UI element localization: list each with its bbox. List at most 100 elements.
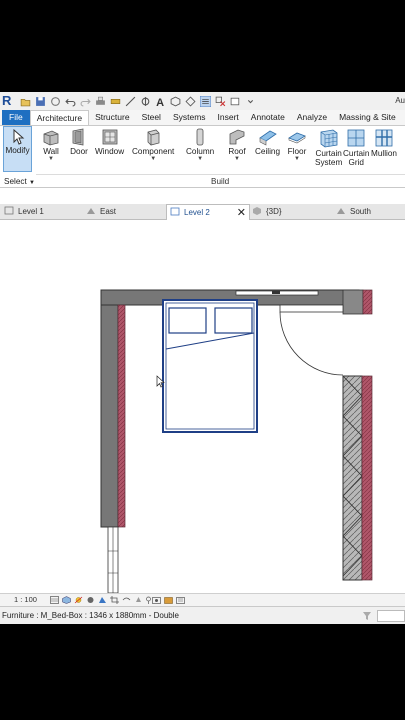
- tab-architecture[interactable]: Architecture: [29, 110, 90, 125]
- view-tab-south-label: South: [350, 207, 371, 216]
- tab-massing-site[interactable]: Massing & Site: [333, 110, 402, 125]
- elevation-icon: [337, 208, 345, 214]
- tab-steel[interactable]: Steel: [136, 110, 167, 125]
- detail-level-icon[interactable]: [50, 596, 59, 604]
- curtain-grid-label-1: Curtain: [343, 149, 370, 158]
- door-button[interactable]: Door: [70, 126, 88, 156]
- save-icon[interactable]: [35, 96, 46, 107]
- section-icon[interactable]: [185, 95, 196, 107]
- close-hidden-icon[interactable]: [215, 96, 226, 107]
- sync-icon[interactable]: [50, 96, 61, 107]
- tab-file[interactable]: File: [2, 110, 30, 125]
- wall-dropdown-icon[interactable]: ▼: [42, 156, 60, 162]
- show-rendering-icon[interactable]: [98, 596, 107, 604]
- ribbon-tab-bar: File Architecture Structure Steel Systems Ins…: [0, 110, 405, 126]
- visual-style-icon[interactable]: [62, 596, 71, 604]
- view-tab-level-1[interactable]: Level 1: [4, 204, 80, 220]
- view-tab-east[interactable]: East: [86, 204, 164, 220]
- tab-insert[interactable]: Insert: [212, 110, 245, 125]
- wall-right[interactable]: [342, 375, 373, 581]
- view-tab-level-1-label: Level 1: [18, 207, 44, 216]
- curtain-grid-button[interactable]: Curtain Grid: [343, 126, 369, 167]
- view-tab-south[interactable]: South: [336, 204, 405, 220]
- ceiling-icon: [258, 130, 277, 146]
- tab-structure[interactable]: Structure: [89, 110, 136, 125]
- component-button[interactable]: Component ▼: [132, 126, 174, 162]
- undo-icon[interactable]: [65, 96, 76, 107]
- door-swing[interactable]: [279, 304, 344, 376]
- view-tab-3d[interactable]: {3D}: [252, 204, 332, 220]
- shadows-icon[interactable]: [86, 596, 95, 604]
- analytical-model-icon[interactable]: [176, 596, 185, 604]
- window-label: Window: [95, 147, 125, 156]
- select-panel-button[interactable]: Select ▼: [4, 177, 35, 186]
- floor-dropdown-icon[interactable]: ▼: [287, 156, 307, 162]
- mullion-icon: [375, 129, 393, 147]
- elevation-icon: [87, 208, 95, 214]
- component-label: Component: [132, 147, 175, 156]
- roof-icon: [229, 129, 245, 145]
- switch-windows-icon[interactable]: [230, 96, 241, 107]
- print-icon[interactable]: [95, 96, 106, 107]
- view-tab-bar: Level 1 East Level 2 ✕ {3D} South: [0, 204, 405, 220]
- floor-button[interactable]: Floor ▼: [287, 126, 307, 162]
- measure-icon[interactable]: [110, 96, 121, 107]
- open-icon[interactable]: [20, 96, 31, 107]
- text-icon[interactable]: A: [155, 96, 166, 107]
- redo-icon[interactable]: [80, 96, 91, 107]
- drawing-area[interactable]: [0, 221, 405, 594]
- roof-label: Roof: [228, 147, 246, 156]
- view-tab-level-2[interactable]: Level 2 ✕: [166, 204, 250, 220]
- wall-left[interactable]: [100, 304, 126, 528]
- mullion-button[interactable]: Mullion: [371, 126, 397, 158]
- select-dropdown-icon: ▼: [29, 180, 35, 186]
- curtain-system-label-2: System: [315, 158, 343, 167]
- dimension-icon[interactable]: [125, 96, 136, 107]
- column-dropdown-icon[interactable]: ▼: [186, 156, 214, 162]
- crop-region-icon[interactable]: [122, 596, 131, 604]
- select-panel-label: Select: [4, 177, 27, 186]
- bed-selected[interactable]: [162, 299, 258, 433]
- floor-plan-icon: [4, 206, 14, 215]
- view-tab-east-label: East: [100, 207, 117, 216]
- filter-icon[interactable]: [362, 611, 372, 621]
- close-tab-icon[interactable]: ✕: [237, 205, 246, 221]
- customize-qat-icon[interactable]: [245, 96, 256, 107]
- 3d-view-icon[interactable]: [170, 96, 181, 107]
- temporary-view-properties-icon[interactable]: [164, 596, 173, 604]
- floor-plan-drawing[interactable]: [0, 221, 405, 594]
- crop-view-icon[interactable]: [110, 596, 119, 604]
- modify-button[interactable]: Modify: [3, 126, 32, 172]
- curtain-system-icon: [320, 129, 338, 148]
- component-icon: [147, 129, 160, 146]
- column-button[interactable]: Column ▼: [186, 126, 214, 162]
- curtain-grid-label-2: Grid: [348, 158, 364, 167]
- component-dropdown-icon[interactable]: ▼: [132, 156, 174, 162]
- status-text: Furniture : M_Bed-Box : 1346 x 1880mm - …: [2, 611, 179, 620]
- tag-icon[interactable]: [140, 96, 151, 107]
- status-bar: Furniture : M_Bed-Box : 1346 x 1880mm - …: [0, 606, 405, 624]
- sun-path-icon[interactable]: [74, 596, 83, 604]
- revit-logo-icon[interactable]: R: [2, 94, 16, 108]
- window-button[interactable]: Window: [95, 126, 124, 156]
- wall-button[interactable]: Wall ▼: [42, 126, 60, 162]
- view-tab-level-2-label: Level 2: [184, 208, 210, 217]
- ceiling-label: Ceiling: [255, 147, 281, 156]
- tab-annotate[interactable]: Annotate: [245, 110, 291, 125]
- roof-button[interactable]: Roof ▼: [228, 126, 246, 162]
- wall-label: Wall: [43, 147, 59, 156]
- selection-count-field[interactable]: [377, 610, 405, 622]
- cursor-arrow-icon: [13, 129, 24, 145]
- unlocked-3d-icon[interactable]: [134, 596, 143, 604]
- 3d-view-icon: [253, 207, 261, 215]
- thin-lines-icon[interactable]: [200, 95, 211, 107]
- window-left[interactable]: [107, 526, 119, 594]
- roof-dropdown-icon[interactable]: ▼: [228, 156, 246, 162]
- view-scale-button[interactable]: 1 : 100: [14, 595, 37, 604]
- curtain-system-button[interactable]: Curtain System: [315, 126, 342, 167]
- tab-systems[interactable]: Systems: [167, 110, 212, 125]
- reveal-hidden-icon[interactable]: [152, 596, 161, 604]
- column-icon: [196, 128, 204, 146]
- ceiling-button[interactable]: Ceiling: [255, 126, 280, 156]
- tab-analyze[interactable]: Analyze: [291, 110, 333, 125]
